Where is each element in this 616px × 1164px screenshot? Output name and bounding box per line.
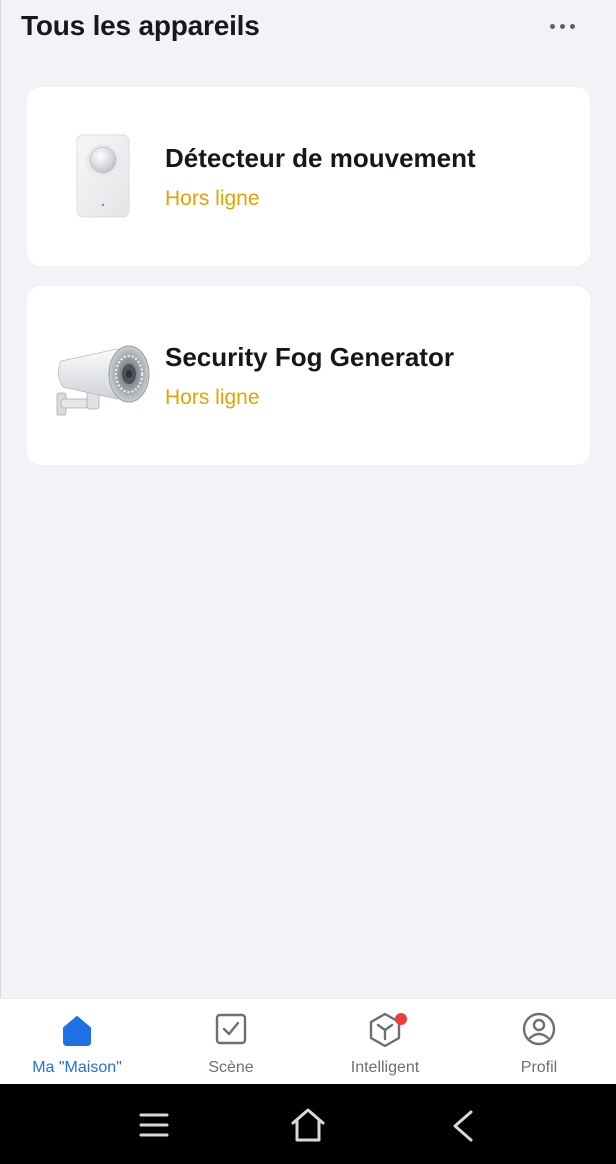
screen-edge [0,0,1,998]
header: Tous les appareils [0,0,616,60]
home-icon [57,1011,97,1049]
back-icon [453,1110,473,1142]
tab-label: Intelligent [350,1059,420,1076]
tab-label: Scène [208,1059,254,1076]
tab-intelligent[interactable]: Intelligent [308,999,462,1085]
notification-badge [395,1013,407,1025]
tab-label: Profil [520,1059,558,1076]
tab-home[interactable]: Ma "Maison" [0,999,154,1085]
scene-check-icon [211,1011,251,1049]
motion-sensor-image [47,122,157,232]
tab-scene[interactable]: Scène [154,999,308,1085]
device-card-motion-sensor[interactable]: Détecteur de mouvement Hors ligne [27,87,590,266]
recents-icon [139,1113,169,1137]
device-name: Détecteur de mouvement [165,143,476,173]
home-nav-icon [291,1108,325,1142]
recents-button[interactable] [129,1100,179,1150]
system-home-button[interactable] [283,1100,333,1150]
smart-cube-icon [365,1011,407,1049]
device-status: Hors ligne [165,187,260,210]
back-button[interactable] [437,1100,487,1150]
more-horizontal-icon [549,23,555,29]
tab-profile[interactable]: Profil [462,999,616,1085]
fog-generator-image [47,321,157,431]
more-options-button[interactable] [540,14,584,38]
bottom-tab-bar: Ma "Maison" Scène Intelligent Profil [0,998,616,1084]
device-card-fog-generator[interactable]: Security Fog Generator Hors ligne [27,286,590,465]
tab-label: Ma "Maison" [32,1059,122,1076]
page-title: Tous les appareils [21,10,260,41]
profile-icon [519,1011,559,1049]
device-name: Security Fog Generator [165,342,454,372]
device-status: Hors ligne [165,386,260,409]
system-navigation-bar [0,1084,616,1164]
